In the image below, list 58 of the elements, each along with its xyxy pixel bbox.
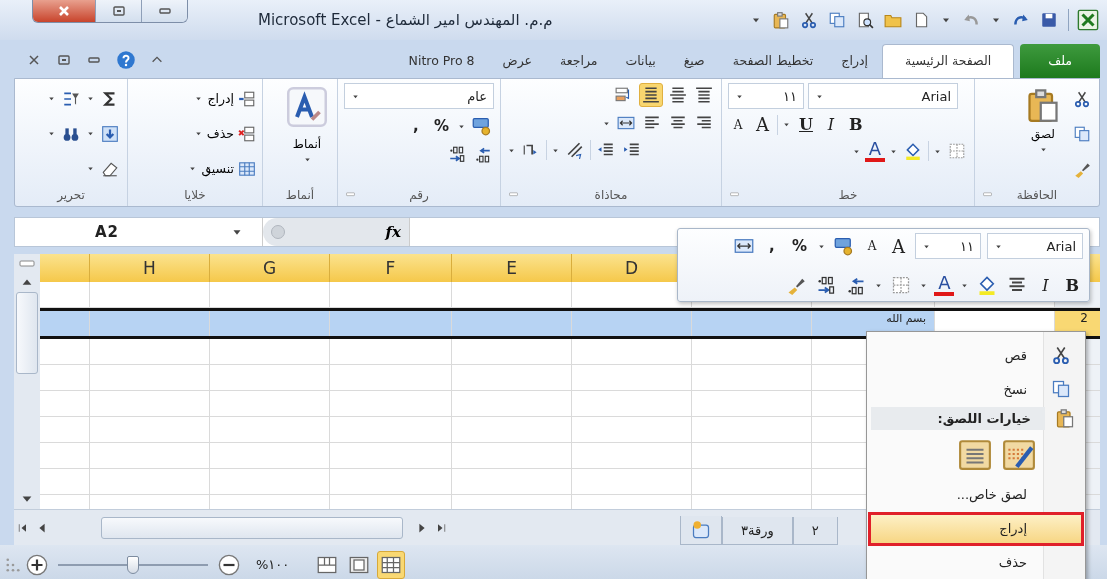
format-cells-button[interactable]: تنسيق <box>188 159 256 178</box>
underline-button[interactable]: U <box>795 115 817 134</box>
font-name-box[interactable]: Arial <box>808 83 958 109</box>
menu-item[interactable]: لصق خاص... <box>868 477 1084 512</box>
increase-font-button[interactable]: A <box>888 235 909 257</box>
menu-item[interactable]: حذف <box>868 545 1084 579</box>
delete-cells-button[interactable]: حذف <box>188 124 256 143</box>
font-size-box[interactable]: ١١ <box>915 233 981 259</box>
group-label: أنماط <box>285 188 315 202</box>
ribbon-tab[interactable]: بيانات <box>611 45 670 78</box>
bold-button[interactable]: B <box>844 115 867 134</box>
ribbon-tab[interactable]: Nitro Pro 8 <box>394 45 489 78</box>
menu-section-label: خيارات اللصق: <box>871 406 1045 430</box>
ribbon-tab[interactable]: مراجعة <box>546 45 612 78</box>
styles-button[interactable]: أنماط <box>283 83 331 184</box>
ribbon-tab[interactable]: تخطيط الصفحة <box>718 45 828 78</box>
italic-button[interactable]: I <box>1035 275 1056 295</box>
column-header[interactable]: H <box>90 254 210 282</box>
font-color-button[interactable]: A <box>864 140 885 162</box>
italic-button[interactable]: I <box>820 115 841 134</box>
column-header[interactable]: G <box>210 254 330 282</box>
paste-button[interactable]: لصق <box>1021 83 1065 184</box>
group-label: الحافظة <box>1016 188 1058 202</box>
insert-function-button[interactable]: fx <box>385 223 401 241</box>
cell-text: بسم الله <box>886 311 927 325</box>
group-label: خلايا <box>184 188 206 202</box>
group-label: خط <box>838 188 858 202</box>
percent-button[interactable]: % <box>429 117 453 135</box>
sheet-tab[interactable]: ٢ <box>792 517 838 545</box>
increase-font-button[interactable]: A <box>752 114 773 135</box>
font-size-box[interactable]: ١١ <box>728 83 804 109</box>
decrease-font-button[interactable]: A <box>728 117 748 132</box>
name-box[interactable]: A2 <box>15 218 263 246</box>
column-header[interactable]: F <box>330 254 452 282</box>
comma-style-button[interactable]: , <box>761 237 782 255</box>
comma-style-button[interactable]: , <box>405 117 426 135</box>
window-title: م.م. المهندس امير الشماع - Microsoft Excel <box>258 11 553 29</box>
font-name-box[interactable]: Arial <box>987 233 1083 259</box>
ribbon-tab[interactable]: عرض <box>488 45 546 78</box>
ribbon-tab[interactable]: إدراج <box>827 45 882 78</box>
ribbon-tab[interactable]: صيغ <box>669 45 719 78</box>
group-label: رقم <box>409 188 429 202</box>
group-label: محاذاة <box>594 188 628 202</box>
column-header[interactable]: E <box>452 254 572 282</box>
zoom-level[interactable]: %١٠٠ <box>256 557 290 572</box>
insert-cells-button[interactable]: إدراج <box>188 89 256 108</box>
menu-item[interactable]: إدراج <box>868 511 1084 546</box>
menu-item[interactable]: نسخ <box>868 372 1084 407</box>
percent-button[interactable]: % <box>787 237 811 255</box>
group-label: تحرير <box>57 188 85 202</box>
decrease-font-button[interactable]: A <box>862 239 882 253</box>
ribbon-tab[interactable]: الصفحة الرئيسية <box>881 44 1015 78</box>
bold-button[interactable]: B <box>1061 275 1083 295</box>
number-format-box[interactable]: عام <box>344 83 494 109</box>
menu-item[interactable]: قص <box>868 338 1084 373</box>
font-color-button[interactable]: A <box>934 274 955 296</box>
file-tab[interactable]: ملف <box>1020 44 1100 78</box>
sheet-tab[interactable]: ورقة٣ <box>722 517 793 545</box>
